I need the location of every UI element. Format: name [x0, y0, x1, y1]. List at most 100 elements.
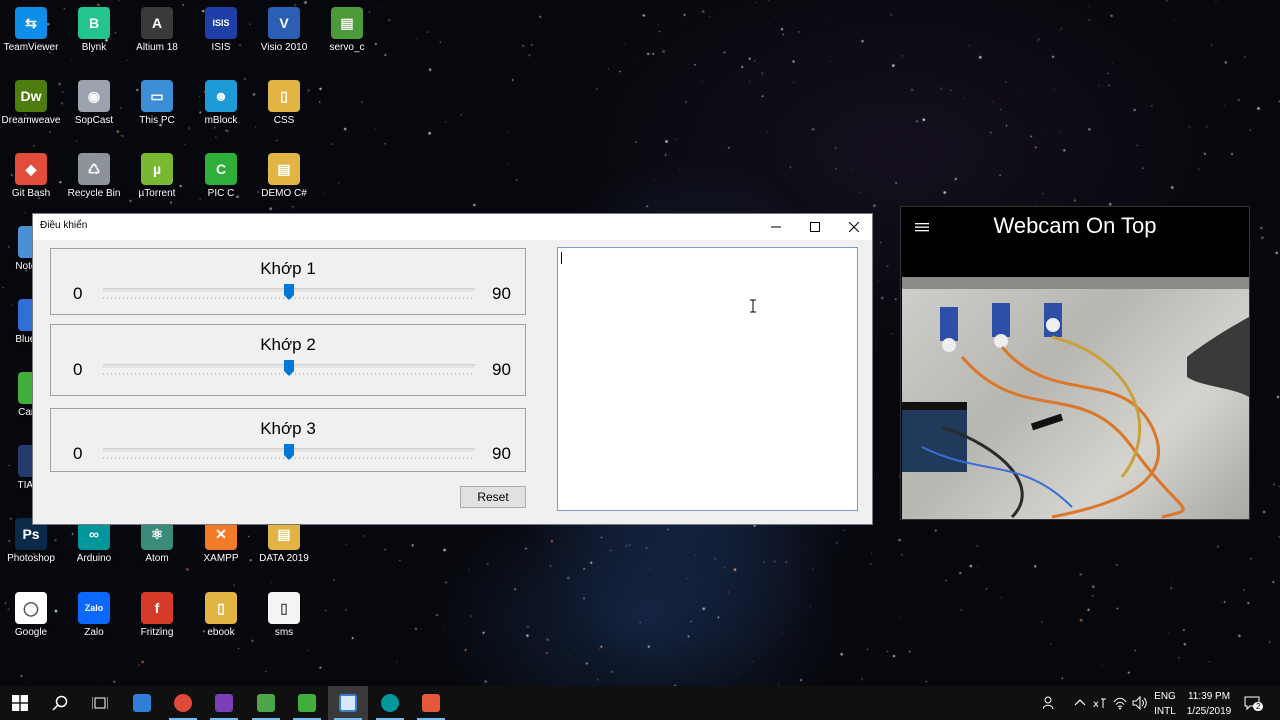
- control-window: Điều khiển Khớp 1 0 90 Khớp 2 0 90 Khớp …: [32, 213, 873, 525]
- fritzing-icon: f: [141, 592, 173, 624]
- desktop-icon-label: ebook: [207, 627, 235, 638]
- volume-icon[interactable]: [1132, 696, 1148, 710]
- desktop-icon-css[interactable]: ▯ CSS: [248, 80, 320, 126]
- webcam-feed: [902, 277, 1249, 519]
- recorder-icon: [422, 694, 440, 712]
- clock[interactable]: 11:39 PM 1/25/2019: [1180, 689, 1238, 719]
- desktop-icon-demo-c[interactable]: ▤ DEMO C#: [248, 153, 320, 199]
- windows-logo-icon: [12, 695, 28, 711]
- taskbar-chrome[interactable]: [163, 686, 203, 720]
- reset-button[interactable]: Reset: [460, 486, 526, 508]
- desktop-icon-label: Atom: [145, 553, 169, 564]
- joint-3-slider-thumb[interactable]: [284, 444, 294, 460]
- desktop-icon-label: Visio 2010: [260, 42, 308, 53]
- task-view-icon: [92, 697, 108, 709]
- desktop-icon-google[interactable]: ◯ Google: [0, 592, 67, 638]
- webcam-title: Webcam On Top: [993, 213, 1157, 238]
- desktop-icon-blynk[interactable]: B Blynk: [58, 7, 130, 53]
- taskbar: x ENG INTL 11:39 PM 1/25/2019 2: [0, 686, 1280, 720]
- desktop-icon-label: Dreamweave: [1, 115, 61, 126]
- ibeam-cursor-icon: [750, 299, 756, 313]
- demo-c-icon: ▤: [268, 153, 300, 185]
- desktop-icon-mblock[interactable]: ☻ mBlock: [185, 80, 257, 126]
- desktop-icon-dreamweave[interactable]: Dw Dreamweave: [0, 80, 67, 126]
- desktop-icon-fritzing[interactable]: f Fritzing: [121, 592, 193, 638]
- desktop-icon-ebook[interactable]: ▯ ebook: [185, 592, 257, 638]
- clock-time: 11:39 PM: [1187, 691, 1231, 702]
- desktop-icon-label: SopCast: [74, 115, 114, 126]
- maximize-button[interactable]: [796, 214, 834, 240]
- wifi-icon[interactable]: [1113, 696, 1127, 710]
- people-icon[interactable]: [1043, 696, 1057, 710]
- blynk-icon: B: [78, 7, 110, 39]
- desktop-icon-label: sms: [274, 627, 294, 638]
- desktop-icon-label: Zalo: [84, 627, 104, 638]
- desktop-icon-label: Fritzing: [140, 627, 174, 638]
- camera-image: [902, 277, 1249, 519]
- desktop-icon-recycle-bin[interactable]: ♺ Recycle Bin: [58, 153, 130, 199]
- desktop-icon-label: DATA 2019: [259, 553, 309, 564]
- taskbar-camtasia[interactable]: [287, 686, 327, 720]
- taskbar-control-app[interactable]: [328, 686, 368, 720]
- clock-date: 1/25/2019: [1186, 706, 1232, 717]
- input-indicator-icon[interactable]: x: [1093, 696, 1107, 710]
- desktop-icon-sopcast[interactable]: ◉ SopCast: [58, 80, 130, 126]
- joint-1-label: Khớp 1: [260, 259, 316, 278]
- language-indicator[interactable]: ENG INTL: [1150, 689, 1180, 719]
- desktop-icon-label: Blynk: [81, 42, 107, 53]
- google-icon: ◯: [15, 592, 47, 624]
- taskbar-visual-studio[interactable]: [204, 686, 244, 720]
- desktop-icon-sms[interactable]: ▯ sms: [248, 592, 320, 638]
- taskbar-recorder[interactable]: [411, 686, 451, 720]
- desktop-icon-pic-c[interactable]: C PIC C: [185, 153, 257, 199]
- desktop-icon-label: CSS: [273, 115, 295, 126]
- mblock-icon: ☻: [205, 80, 237, 112]
- joint-2-label: Khớp 2: [260, 335, 316, 354]
- joint-3-label: Khớp 3: [260, 419, 316, 438]
- search-button[interactable]: [40, 686, 80, 720]
- desktop-icon-zalo[interactable]: Zalo Zalo: [58, 592, 130, 638]
- joint-2-slider-thumb[interactable]: [284, 360, 294, 376]
- desktop-icon-label: TeamViewer: [3, 42, 59, 53]
- desktop-icon-label: mBlock: [204, 115, 238, 126]
- taskbar-notepad[interactable]: [246, 686, 286, 720]
- desktop-icon-label: Git Bash: [11, 188, 51, 199]
- task-view-button[interactable]: [80, 686, 120, 720]
- teamviewer-icon: ⇆: [15, 7, 47, 39]
- title-bar[interactable]: Điều khiển: [33, 214, 872, 240]
- desktop-icon-isis[interactable]: ISIS ISIS: [185, 7, 257, 53]
- desktop-icon-git-bash[interactable]: ◆ Git Bash: [0, 153, 67, 199]
- this-pc-icon: ▭: [141, 80, 173, 112]
- start-button[interactable]: [0, 686, 40, 720]
- desktop-icon-altium-18[interactable]: A Altium 18: [121, 7, 193, 53]
- joint-2-group: Khớp 2 0 90: [50, 324, 526, 396]
- joint-3-min: 0: [73, 444, 83, 463]
- taskbar-store[interactable]: [122, 686, 162, 720]
- desktop-icon-this-pc[interactable]: ▭ This PC: [121, 80, 193, 126]
- desktop-icon-torrent[interactable]: µ µTorrent: [121, 153, 193, 199]
- torrent-icon: µ: [141, 153, 173, 185]
- joint-1-slider-thumb[interactable]: [284, 284, 294, 300]
- chevron-up-icon[interactable]: [1074, 698, 1086, 706]
- desktop-icon-servo-c[interactable]: ▤ servo_c: [311, 7, 383, 53]
- sms-icon: ▯: [268, 592, 300, 624]
- desktop-icon-teamviewer[interactable]: ⇆ TeamViewer: [0, 7, 67, 53]
- desktop-icon-label: Altium 18: [136, 42, 178, 53]
- desktop-icon-visio-2010[interactable]: V Visio 2010: [248, 7, 320, 53]
- joint-1-max: 90: [492, 284, 511, 303]
- desktop-icon-label: PIC C: [207, 188, 235, 199]
- action-center-button[interactable]: 2: [1244, 695, 1264, 711]
- desktop-icon-label: Photoshop: [7, 553, 55, 564]
- desktop-icon-label: DEMO C#: [261, 188, 307, 199]
- notification-count: 2: [1253, 702, 1264, 711]
- notepad-icon: [257, 694, 275, 712]
- minimize-button[interactable]: [757, 214, 795, 240]
- close-button[interactable]: [835, 214, 873, 240]
- taskbar-arduino[interactable]: [370, 686, 410, 720]
- desktop-icon-label: Recycle Bin: [67, 188, 121, 199]
- log-textbox[interactable]: [557, 247, 858, 511]
- minimize-icon: [771, 226, 781, 228]
- store-icon: [133, 694, 151, 712]
- joint-2-max: 90: [492, 360, 511, 379]
- desktop-icon-label: XAMPP: [203, 553, 239, 564]
